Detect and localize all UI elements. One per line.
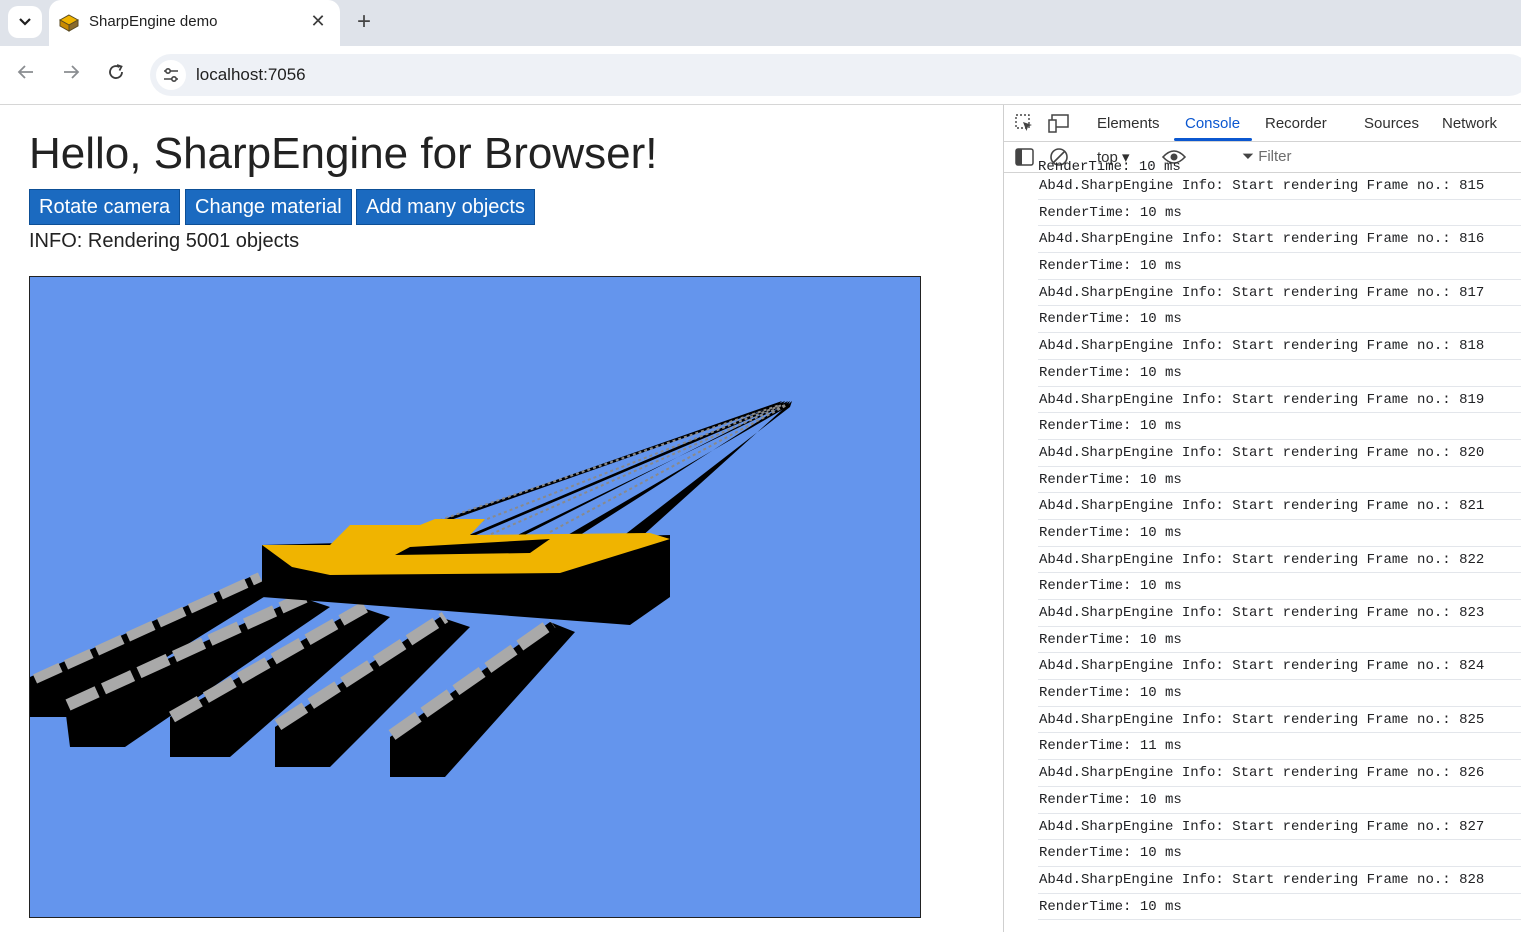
console-message: RenderTime: 10 ms xyxy=(1038,840,1521,867)
console-message: Ab4d.SharpEngine Info: Start rendering F… xyxy=(1038,707,1521,734)
console-message: RenderTime: 10 ms xyxy=(1038,467,1521,494)
inspect-element-icon[interactable] xyxy=(1015,114,1034,133)
plus-icon: + xyxy=(356,8,371,35)
page-title: Hello, SharpEngine for Browser! xyxy=(29,129,658,178)
forward-button[interactable] xyxy=(57,60,85,88)
console-partial-line: RenderTime: 10 ms xyxy=(1038,161,1181,173)
console-message: RenderTime: 10 ms xyxy=(1038,253,1521,280)
devtools-panel: Elements Console Recorder Sources Networ… xyxy=(1003,105,1521,932)
tab-title: SharpEngine demo xyxy=(89,13,218,30)
rotate-camera-button[interactable]: Rotate camera xyxy=(29,189,181,225)
tab-console[interactable]: Console xyxy=(1185,115,1240,132)
console-message: RenderTime: 10 ms xyxy=(1038,573,1521,600)
page-content: Hello, SharpEngine for Browser! Rotate c… xyxy=(0,105,1003,932)
console-message: Ab4d.SharpEngine Info: Start rendering F… xyxy=(1038,760,1521,787)
back-button[interactable] xyxy=(12,60,40,88)
info-text: INFO: Rendering 5001 objects xyxy=(29,230,300,252)
sidebar-toggle-icon[interactable] xyxy=(1015,148,1034,166)
console-log: Ab4d.SharpEngine Info: Start rendering F… xyxy=(1038,173,1521,932)
console-message: RenderTime: 10 ms xyxy=(1038,894,1521,921)
url-text: localhost:7056 xyxy=(196,65,306,84)
arrow-right-icon xyxy=(64,65,80,79)
console-message: RenderTime: 10 ms xyxy=(1038,520,1521,547)
browser-toolbar: localhost:7056 xyxy=(0,46,1521,105)
chevron-down-icon xyxy=(19,18,31,26)
console-message: RenderTime: 11 ms xyxy=(1038,733,1521,761)
device-toolbar-icon[interactable] xyxy=(1048,114,1070,133)
console-message: Ab4d.SharpEngine Info: Start rendering F… xyxy=(1038,493,1521,520)
tab-sources[interactable]: Sources xyxy=(1364,115,1419,132)
browser-tab[interactable]: SharpEngine demo ✕ xyxy=(49,0,340,46)
close-icon: ✕ xyxy=(310,11,326,31)
tab-elements[interactable]: Elements xyxy=(1097,115,1160,132)
tab-strip: SharpEngine demo ✕ + xyxy=(0,0,1521,46)
tab-recorder[interactable]: Recorder xyxy=(1265,115,1327,132)
console-message: Ab4d.SharpEngine Info: Start rendering F… xyxy=(1038,387,1521,414)
console-filter-input[interactable]: ⏷ Filter xyxy=(1242,148,1292,165)
arrow-left-icon xyxy=(17,65,33,79)
console-message: Ab4d.SharpEngine Info: Start rendering F… xyxy=(1038,867,1521,894)
scene-3d xyxy=(30,401,792,777)
active-tab-indicator xyxy=(1174,138,1252,141)
console-message: RenderTime: 10 ms xyxy=(1038,627,1521,654)
console-message: Ab4d.SharpEngine Info: Start rendering F… xyxy=(1038,600,1521,627)
console-message: RenderTime: 10 ms xyxy=(1038,200,1521,227)
add-many-objects-button[interactable]: Add many objects xyxy=(356,189,535,225)
sharpengine-favicon-icon xyxy=(59,14,79,32)
console-message: Ab4d.SharpEngine Info: Start rendering F… xyxy=(1038,173,1521,200)
console-message: RenderTime: 10 ms xyxy=(1038,680,1521,707)
console-message: Ab4d.SharpEngine Info: Start rendering F… xyxy=(1038,653,1521,681)
render-canvas[interactable] xyxy=(29,276,921,918)
console-message: RenderTime: 10 ms xyxy=(1038,306,1521,334)
console-message: Ab4d.SharpEngine Info: Start rendering F… xyxy=(1038,333,1521,360)
tune-icon xyxy=(164,67,178,83)
console-message: RenderTime: 10 ms xyxy=(1038,787,1521,814)
filter-icon: ⏷ xyxy=(1242,148,1255,165)
console-message: Ab4d.SharpEngine Info: Start rendering F… xyxy=(1038,547,1521,574)
new-tab-button[interactable]: + xyxy=(350,8,378,36)
reload-button[interactable] xyxy=(102,60,130,88)
reload-icon xyxy=(109,64,123,79)
address-bar[interactable]: localhost:7056 xyxy=(150,54,1521,96)
devtools-tab-bar: Elements Console Recorder Sources Networ… xyxy=(1004,105,1521,142)
filter-placeholder: Filter xyxy=(1258,148,1292,165)
console-message: Ab4d.SharpEngine Info: Start rendering F… xyxy=(1038,814,1521,841)
console-message: Ab4d.SharpEngine Info: Start rendering F… xyxy=(1038,440,1521,467)
site-info-button[interactable] xyxy=(156,60,186,90)
tab-network[interactable]: Network xyxy=(1442,115,1497,132)
tab-close-button[interactable]: ✕ xyxy=(307,10,329,32)
console-message: RenderTime: 10 ms xyxy=(1038,360,1521,387)
console-message: RenderTime: 10 ms xyxy=(1038,413,1521,440)
tab-search-button[interactable] xyxy=(8,6,42,38)
change-material-button[interactable]: Change material xyxy=(185,189,352,225)
console-message: Ab4d.SharpEngine Info: Start rendering F… xyxy=(1038,226,1521,254)
console-message: Ab4d.SharpEngine Info: Start rendering F… xyxy=(1038,280,1521,307)
